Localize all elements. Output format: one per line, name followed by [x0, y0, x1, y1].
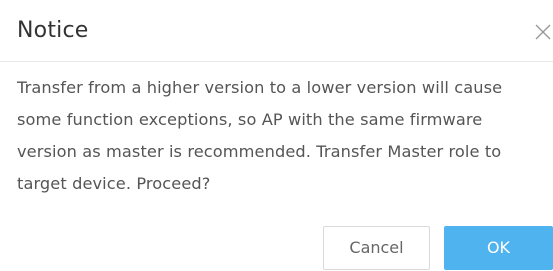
message-line: Transfer from a higher version to a lowe… — [17, 78, 503, 97]
message-line: some function exceptions, so AP with the… — [17, 110, 483, 129]
message-line: target device. Proceed? — [17, 174, 211, 193]
message-line: version as master is recommended. Transf… — [17, 142, 502, 161]
dialog-footer: Cancel OK — [0, 226, 553, 271]
dialog-header: Notice — [0, 0, 553, 62]
dialog-message: Transfer from a higher version to a lowe… — [17, 72, 553, 200]
notice-dialog: Notice Transfer from a higher version to… — [0, 0, 553, 271]
close-icon[interactable] — [533, 22, 553, 42]
ok-button[interactable]: OK — [444, 226, 553, 270]
cancel-button[interactable]: Cancel — [323, 226, 430, 270]
dialog-title: Notice — [17, 18, 89, 43]
